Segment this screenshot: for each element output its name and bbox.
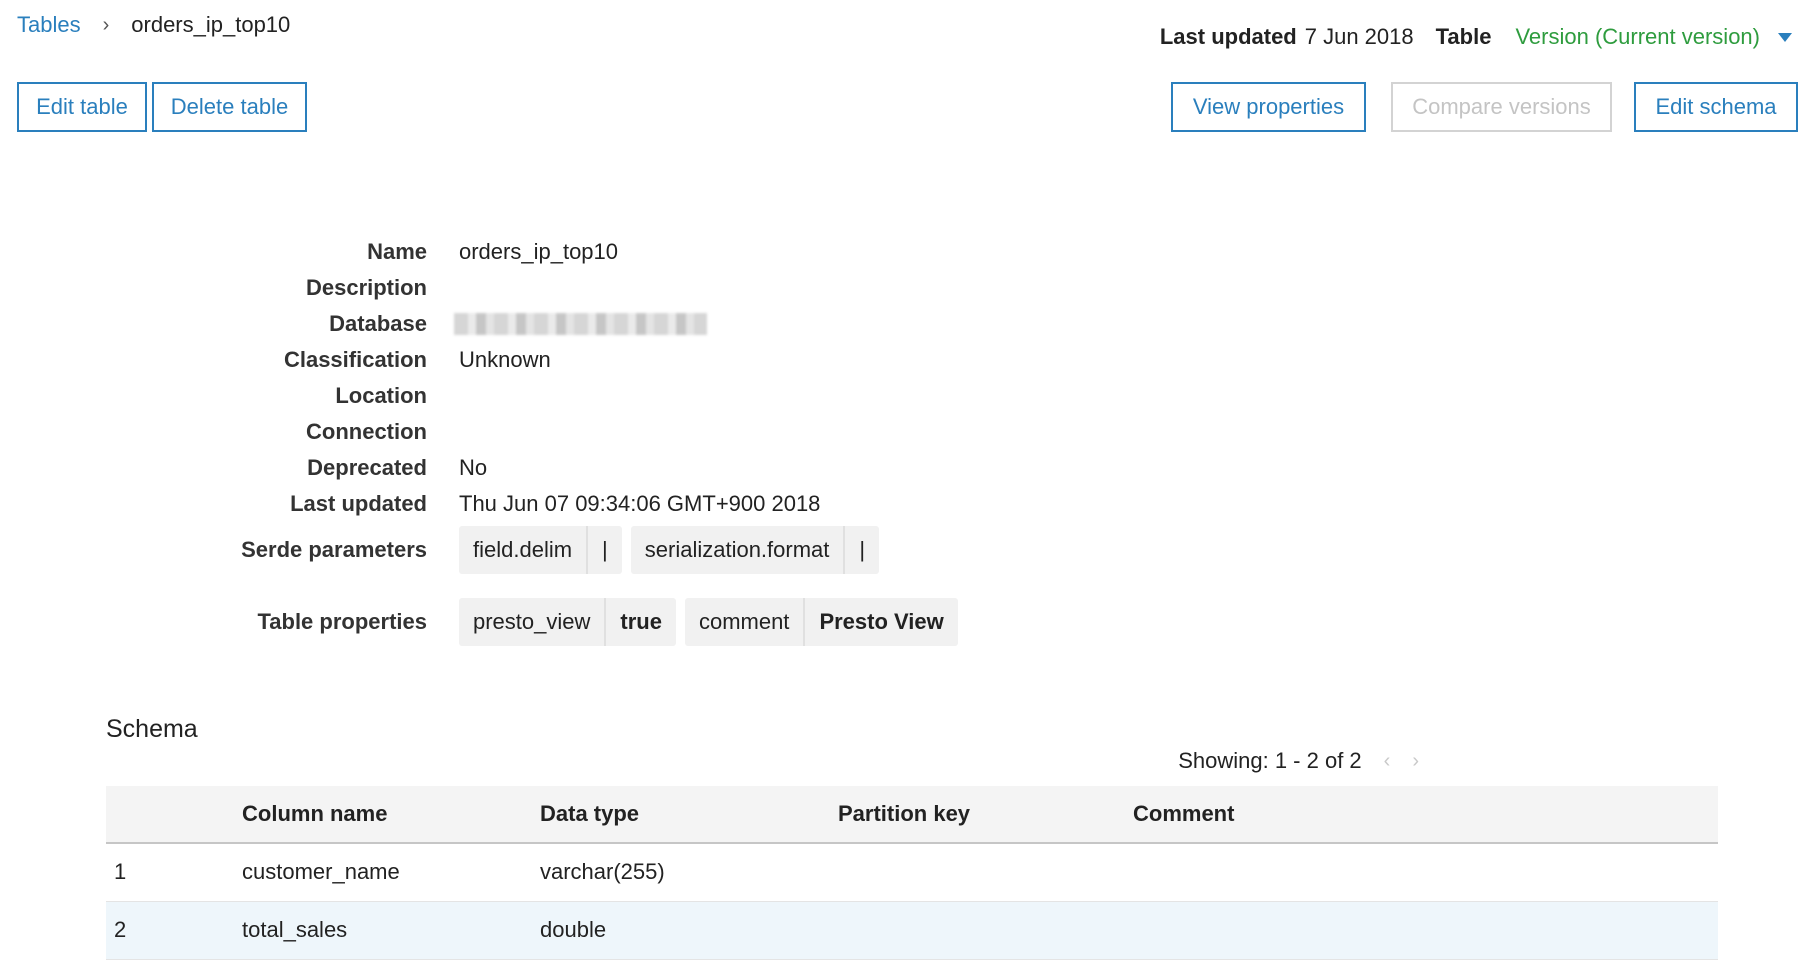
chip-key: presto_view xyxy=(473,609,591,634)
detail-label: Serde parameters xyxy=(241,537,427,562)
detail-label: Connection xyxy=(306,419,427,444)
chip-value: Presto View xyxy=(803,598,957,646)
cell-data-type: double xyxy=(540,917,607,942)
detail-row-database: Database xyxy=(0,306,707,342)
chevron-right-icon[interactable]: › xyxy=(1412,750,1419,773)
chevron-right-icon: › xyxy=(102,13,110,36)
table-row[interactable]: 1 customer_name varchar(255) xyxy=(106,843,1718,901)
schema-header-row: Column name Data type Partition key Comm… xyxy=(106,786,1718,843)
chip-value: | xyxy=(843,526,879,574)
last-updated-label: Last updated xyxy=(1159,24,1297,49)
detail-row-connection: Connection xyxy=(0,414,459,450)
pager-text: Showing: 1 - 2 of 2 xyxy=(1178,748,1362,773)
schema-pager: Showing: 1 - 2 of 2 ‹ › xyxy=(1178,748,1419,774)
schema-table: Column name Data type Partition key Comm… xyxy=(106,786,1718,960)
detail-label: Classification xyxy=(283,347,427,372)
detail-row-location: Location xyxy=(0,378,459,414)
edit-schema-button[interactable]: Edit schema xyxy=(1634,82,1798,132)
compare-versions-button[interactable]: Compare versions xyxy=(1391,82,1612,132)
cell-partition-key xyxy=(838,843,1133,901)
detail-label: Description xyxy=(305,275,427,300)
detail-value: orders_ip_top10 xyxy=(459,239,619,264)
cell-column-name: customer_name xyxy=(242,859,400,885)
cell-comment xyxy=(1133,843,1718,901)
serde-chip: serialization.format | xyxy=(630,526,880,574)
chip-key: field.delim xyxy=(473,537,573,562)
table-row[interactable]: 2 total_sales double xyxy=(106,901,1718,959)
redacted-database-value xyxy=(454,313,707,335)
chip-key: comment xyxy=(698,609,790,634)
chip-key: serialization.format xyxy=(644,537,830,562)
detail-value: No xyxy=(459,455,488,480)
delete-table-button[interactable]: Delete table xyxy=(152,82,307,132)
detail-label: Location xyxy=(335,383,427,408)
cell-comment xyxy=(1133,901,1718,959)
table-property-chips: presto_view true comment Presto View xyxy=(459,598,967,646)
object-type: Table xyxy=(1435,24,1492,49)
table-meta: Last updated 7 Jun 2018 Table Version (C… xyxy=(1160,24,1792,50)
serde-chips: field.delim | serialization.format | xyxy=(459,526,888,574)
cell-index: 1 xyxy=(114,859,127,885)
edit-table-button[interactable]: Edit table xyxy=(17,82,147,132)
detail-value: Thu Jun 07 09:34:06 GMT+900 2018 xyxy=(459,491,821,516)
column-header-comment[interactable]: Comment xyxy=(1133,786,1718,843)
breadcrumb-tables-link[interactable]: Tables xyxy=(17,12,81,38)
column-header-index xyxy=(106,786,242,843)
detail-row-description: Description xyxy=(0,270,459,306)
detail-row-deprecated: Deprecated No xyxy=(0,450,487,486)
table-detail-page: Tables › orders_ip_top10 Last updated 7 … xyxy=(0,0,1814,978)
cell-column-name: total_sales xyxy=(242,917,348,942)
chevron-left-icon[interactable]: ‹ xyxy=(1384,750,1391,773)
cell-data-type: varchar(255) xyxy=(540,859,665,885)
table-property-chip: presto_view true xyxy=(459,598,676,646)
schema-heading: Schema xyxy=(106,715,198,743)
breadcrumb: Tables › orders_ip_top10 xyxy=(17,12,290,38)
caret-down-icon xyxy=(1778,32,1792,42)
last-updated-value: 7 Jun 2018 xyxy=(1304,24,1414,49)
view-properties-button[interactable]: View properties xyxy=(1171,82,1366,132)
table-property-chip: comment Presto View xyxy=(684,598,958,646)
detail-row-name: Name orders_ip_top10 xyxy=(0,234,618,270)
cell-partition-key xyxy=(838,901,1133,959)
detail-label: Deprecated xyxy=(307,455,427,480)
serde-chip: field.delim | xyxy=(459,526,622,574)
version-dropdown[interactable]: Version (Current version) xyxy=(1515,24,1792,50)
detail-value: Unknown xyxy=(459,347,551,372)
detail-label: Table properties xyxy=(257,609,427,634)
chip-value: | xyxy=(586,526,622,574)
column-header-column-name[interactable]: Column name xyxy=(242,786,540,843)
chip-value: true xyxy=(604,598,676,646)
cell-index: 2 xyxy=(114,917,127,942)
detail-label: Name xyxy=(367,239,427,264)
detail-label: Database xyxy=(329,311,427,336)
detail-label: Last updated xyxy=(290,491,427,516)
breadcrumb-current: orders_ip_top10 xyxy=(131,12,291,37)
detail-row-last-updated: Last updated Thu Jun 07 09:34:06 GMT+900… xyxy=(0,486,820,522)
column-header-data-type[interactable]: Data type xyxy=(540,786,838,843)
detail-row-classification: Classification Unknown xyxy=(0,342,551,378)
version-label: Version (Current version) xyxy=(1515,24,1760,49)
detail-row-serde: Serde parameters field.delim | serializa… xyxy=(0,526,888,574)
column-header-partition-key[interactable]: Partition key xyxy=(838,786,1133,843)
detail-row-table-properties: Table properties presto_view true commen… xyxy=(0,598,967,646)
